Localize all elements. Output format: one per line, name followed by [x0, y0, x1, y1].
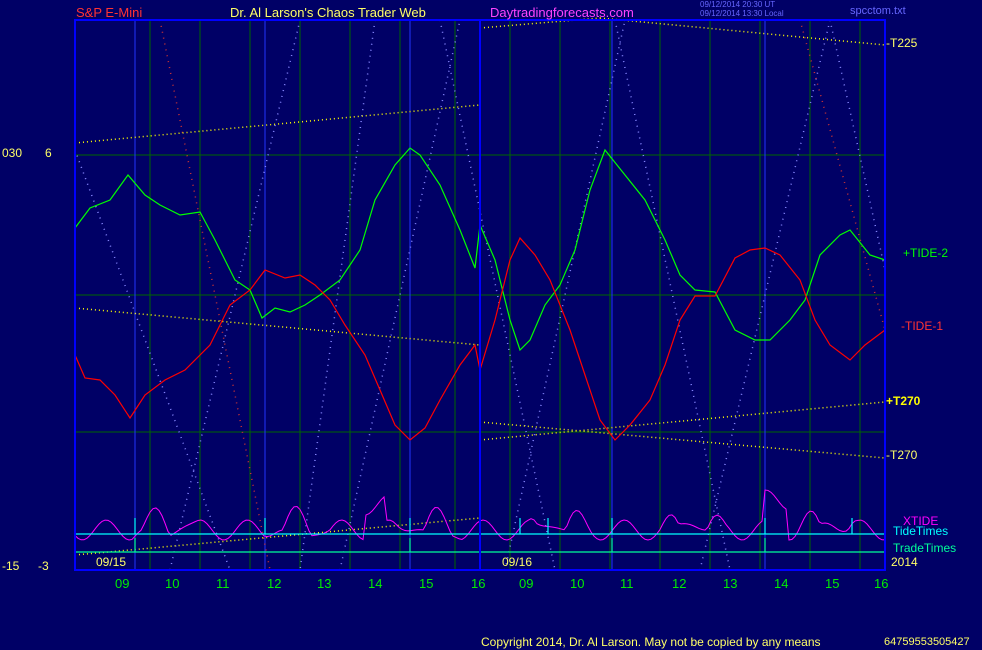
x-tick-8: 09 — [519, 576, 534, 591]
chart-area — [74, 17, 886, 571]
x-tick-13: 14 — [774, 576, 789, 591]
x-tick-2: 11 — [216, 576, 230, 591]
guide-diag-8 — [829, 19, 886, 271]
label-t225: -T225 — [886, 36, 918, 50]
copyright-notice: Copyright 2014, Dr. Al Larson. May not b… — [481, 635, 821, 649]
guide-diag-10 — [799, 19, 886, 331]
label-mt270: -T270 — [886, 448, 918, 462]
label-tide1: -TIDE-1 — [901, 319, 943, 333]
trend-line-0 — [74, 104, 481, 144]
x-tick-11: 12 — [672, 576, 687, 591]
left-axis-bottom-a: -15 — [2, 559, 20, 573]
trend-line-6 — [74, 517, 481, 556]
left-axis-top-b: 6 — [45, 146, 52, 160]
x-tick-12: 13 — [723, 576, 738, 591]
x-tick-15: 16 — [874, 576, 889, 591]
left-axis-bottom-b: -3 — [38, 559, 49, 573]
guide-diag-0 — [74, 149, 231, 571]
label-pt270: +T270 — [886, 394, 921, 408]
label-tide2: +TIDE-2 — [903, 246, 949, 260]
x-tick-9: 10 — [570, 576, 585, 591]
date-label-1: 09/15 — [96, 555, 127, 569]
instrument-title: S&P E-Mini — [76, 5, 143, 20]
x-tick-5: 14 — [368, 576, 383, 591]
site-title: Dr. Al Larson's Chaos Trader Web — [230, 5, 426, 20]
timestamp-local: 09/12/2014 13:30 Local — [700, 9, 784, 18]
x-tick-14: 15 — [825, 576, 840, 591]
year-label: 2014 — [891, 555, 918, 569]
trend-line-3 — [599, 17, 886, 46]
trend-line-5 — [479, 421, 886, 459]
x-tick-0: 09 — [115, 576, 130, 591]
x-tick-1: 10 — [165, 576, 180, 591]
label-tradetimes: TradeTimes — [893, 541, 957, 555]
left-axis-top-a: 030 — [2, 146, 23, 160]
site-url[interactable]: Daytradingforecasts.com — [490, 6, 634, 19]
trend-line-4 — [479, 401, 886, 441]
x-tick-6: 15 — [419, 576, 434, 591]
date-label-2: 09/16 — [502, 555, 533, 569]
x-tick-3: 12 — [267, 576, 282, 591]
footer-code: 64759553505427 — [884, 636, 970, 648]
timestamp-utc: 09/12/2014 20:30 UT — [700, 0, 776, 9]
x-tick-10: 11 — [620, 576, 634, 591]
x-tick-7: 16 — [471, 576, 486, 591]
label-tidetimes: TideTimes — [893, 524, 949, 538]
data-file-name: spcctom.txt — [850, 5, 906, 17]
x-tick-4: 13 — [317, 576, 332, 591]
